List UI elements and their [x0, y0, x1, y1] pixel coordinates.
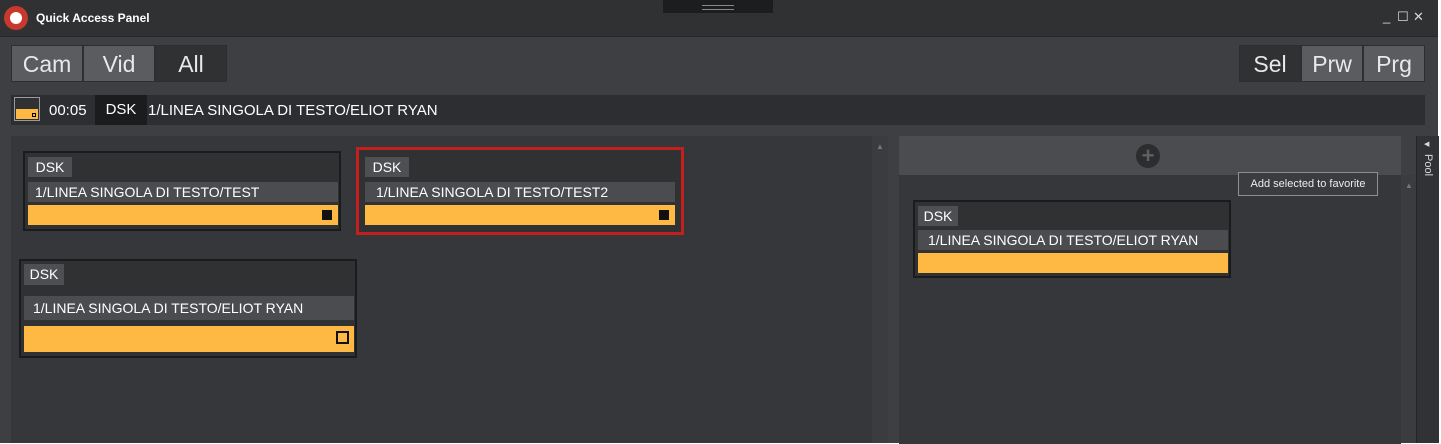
card-title: 1/LINEA SINGOLA DI TESTO/TEST: [28, 182, 338, 202]
pool-card[interactable]: DSK 1/LINEA SINGOLA DI TESTO/ELIOT RYAN: [19, 259, 357, 358]
close-icon[interactable]: ✕: [1413, 10, 1424, 24]
add-favorite-tooltip: Add selected to favorite: [1238, 172, 1378, 196]
stop-outline-icon: [336, 331, 349, 344]
stop-icon: [659, 210, 669, 220]
favorite-card[interactable]: DSK 1/LINEA SINGOLA DI TESTO/ELIOT RYAN: [913, 200, 1231, 278]
selected-item-bar: 00:05 DSK 1/LINEA SINGOLA DI TESTO/ELIOT…: [11, 95, 1425, 125]
filter-cam-button[interactable]: Cam: [11, 45, 83, 82]
card-title: 1/LINEA SINGOLA DI TESTO/ELIOT RYAN: [918, 230, 1228, 250]
stop-icon: [322, 210, 332, 220]
collapse-arrow-icon[interactable]: ◀: [1424, 140, 1429, 148]
window-title: Quick Access Panel: [36, 11, 150, 25]
selected-item-name: 1/LINEA SINGOLA DI TESTO/ELIOT RYAN: [148, 102, 438, 119]
add-circle-icon[interactable]: +: [1136, 144, 1160, 168]
add-favorite-bar[interactable]: +: [899, 137, 1401, 175]
mode-prg-button[interactable]: Prg: [1363, 45, 1425, 82]
card-status-bar: [918, 253, 1228, 273]
pool-side-tab[interactable]: ◀ Pool: [1416, 136, 1439, 443]
card-status-bar: [28, 205, 338, 225]
card-source-tag: DSK: [918, 206, 958, 226]
scroll-up-icon[interactable]: ▲: [876, 142, 884, 151]
graphic-thumbnail-icon: [14, 97, 40, 121]
mode-prw-button[interactable]: Prw: [1301, 45, 1363, 82]
title-bar: Quick Access Panel _ ☐ ✕: [0, 0, 1438, 37]
maximize-icon[interactable]: ☐: [1397, 10, 1409, 24]
filter-all-button[interactable]: All: [155, 45, 227, 82]
drag-handle[interactable]: [663, 0, 773, 13]
card-source-tag: DSK: [24, 264, 64, 285]
card-status-bar: [24, 326, 354, 352]
quick-access-window: Quick Access Panel _ ☐ ✕ Cam Vid All Sel…: [0, 0, 1439, 444]
card-source-tag: DSK: [28, 157, 72, 177]
pool-card-selected[interactable]: DSK 1/LINEA SINGOLA DI TESTO/TEST2: [356, 147, 684, 235]
card-source-tag: DSK: [365, 157, 409, 177]
filter-vid-button[interactable]: Vid: [83, 45, 155, 82]
pool-panel: DSK 1/LINEA SINGOLA DI TESTO/TEST DSK 1/…: [11, 136, 872, 443]
pool-tab-label: Pool: [1422, 154, 1434, 177]
minimize-icon[interactable]: _: [1383, 10, 1390, 24]
card-title: 1/LINEA SINGOLA DI TESTO/TEST2: [365, 182, 675, 202]
pool-scrollbar[interactable]: ▲: [872, 136, 888, 443]
duration-text: 00:05: [49, 102, 87, 119]
source-tag: DSK: [95, 95, 147, 125]
card-title: 1/LINEA SINGOLA DI TESTO/ELIOT RYAN: [24, 296, 354, 320]
pool-card[interactable]: DSK 1/LINEA SINGOLA DI TESTO/TEST: [23, 151, 341, 231]
app-logo-icon: [4, 6, 28, 30]
mode-sel-button[interactable]: Sel: [1239, 45, 1301, 82]
favorites-scrollbar[interactable]: ▲: [1401, 175, 1416, 443]
card-status-bar: [365, 205, 675, 225]
scroll-up-icon[interactable]: ▲: [1405, 181, 1413, 190]
